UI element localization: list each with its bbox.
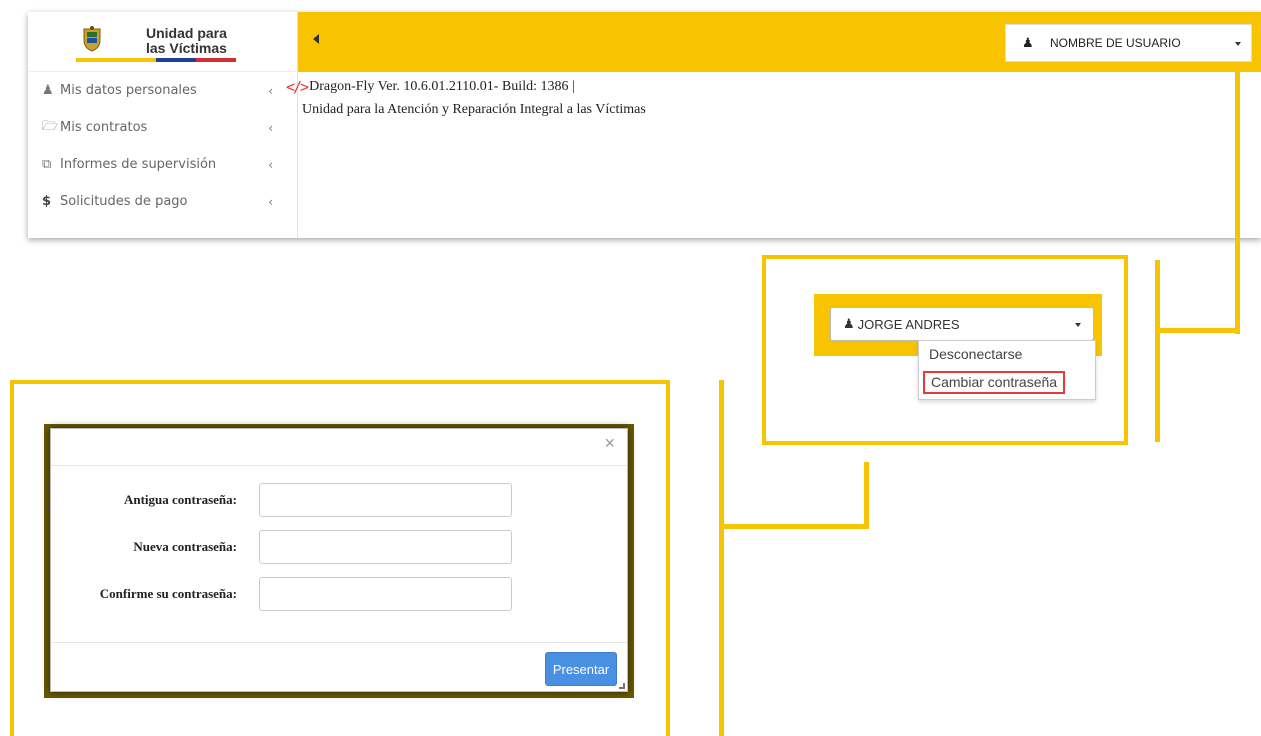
brand-line2: las Víctimas — [146, 40, 227, 56]
confirm-password-label: Confirme su contraseña: — [99, 586, 237, 601]
user-menu-zoom: ♟ JORGE ANDRES Desconectarse Cambiar con… — [798, 292, 1102, 414]
logout-option[interactable]: Desconectarse — [929, 346, 1022, 362]
chevron-left-icon: ‹ — [268, 83, 273, 98]
user-select[interactable]: ♟ JORGE ANDRES — [830, 307, 1094, 341]
sidebar-item-contratos[interactable]: 🗁 Mis contratos ‹ — [28, 109, 297, 146]
sidebar-item-datos-personales[interactable]: ♟ Mis datos personales ‹ — [28, 72, 297, 109]
sidebar-item-label: Informes de supervisión — [60, 157, 217, 172]
brand-name: Unidad para las Víctimas — [146, 26, 227, 56]
user-dropdown[interactable]: ♟ NOMBRE DE USUARIO — [1005, 24, 1252, 62]
folder-icon: 🗁 — [42, 118, 59, 134]
coat-of-arms-icon — [83, 26, 101, 52]
user-icon: ♟ — [843, 316, 855, 331]
organization-text: Unidad para la Atención y Reparación Int… — [302, 102, 646, 117]
new-password-label: Nueva contraseña: — [133, 539, 237, 554]
code-icon: </> — [286, 78, 309, 96]
dollar-icon: $ — [42, 194, 52, 209]
user-name: JORGE ANDRES — [857, 316, 960, 332]
connector-line — [1235, 72, 1240, 334]
change-password-modal: × Antigua contraseña: Nueva contraseña: … — [50, 428, 628, 692]
app-panel: Unidad para las Víctimas ♟ Mis datos per… — [28, 12, 1261, 238]
modal-footer-divider — [51, 642, 627, 643]
copy-icon: ⧉ — [42, 157, 52, 172]
connector-line — [1156, 328, 1240, 333]
confirm-password-row: Confirme su contraseña: — [51, 577, 627, 611]
old-password-row: Antigua contraseña: — [51, 483, 627, 517]
user-dropdown-menu: Desconectarse Cambiar contraseña — [918, 340, 1096, 400]
brand-logo[interactable]: Unidad para las Víctimas — [28, 12, 297, 72]
flag-red — [196, 58, 236, 62]
user-icon: ♟ — [42, 83, 54, 98]
chevron-left-icon: ‹ — [268, 194, 273, 209]
new-password-row: Nueva contraseña: — [51, 530, 627, 564]
sidebar: Unidad para las Víctimas ♟ Mis datos per… — [28, 12, 298, 238]
submit-button[interactable]: Presentar — [545, 652, 617, 686]
chevron-left-icon: ‹ — [268, 157, 273, 172]
caret-down-icon — [1235, 42, 1241, 46]
brand-line1: Unidad para — [146, 25, 227, 41]
flag-blue — [156, 58, 196, 62]
main-content: </> Dragon-Fly Ver. 10.6.01.2110.01- Bui… — [286, 78, 646, 118]
flag-bar — [76, 58, 236, 62]
chevron-left-icon: ‹ — [268, 120, 273, 135]
change-password-option[interactable]: Cambiar contraseña — [923, 371, 1066, 394]
user-name: NOMBRE DE USUARIO — [1050, 36, 1181, 50]
modal-header-divider — [51, 465, 627, 466]
sidebar-toggle-icon[interactable] — [313, 34, 319, 44]
close-icon[interactable]: × — [604, 433, 615, 454]
old-password-field[interactable] — [259, 483, 512, 517]
confirm-password-field[interactable] — [259, 577, 512, 611]
sidebar-item-label: Mis contratos — [60, 120, 148, 135]
version-text: Dragon-Fly Ver. 10.6.01.2110.01- Build: … — [309, 79, 575, 94]
sidebar-item-label: Solicitudes de pago — [60, 194, 188, 209]
sidebar-menu: ♟ Mis datos personales ‹ 🗁 Mis contratos… — [28, 72, 297, 220]
resize-grip-icon[interactable] — [619, 683, 625, 689]
connector-line — [864, 462, 869, 528]
new-password-field[interactable] — [259, 530, 512, 564]
sidebar-item-informes[interactable]: ⧉ Informes de supervisión ‹ — [28, 146, 297, 183]
flag-yellow — [76, 58, 156, 62]
connector-line — [720, 524, 869, 529]
connector-line — [1155, 260, 1160, 442]
old-password-label: Antigua contraseña: — [123, 492, 237, 507]
sidebar-item-label: Mis datos personales — [60, 83, 197, 98]
user-icon: ♟ — [1022, 35, 1034, 50]
caret-down-icon — [1075, 323, 1081, 327]
top-bar: ♟ NOMBRE DE USUARIO — [298, 12, 1261, 72]
connector-line — [719, 380, 724, 736]
sidebar-item-solicitudes-pago[interactable]: $ Solicitudes de pago ‹ — [28, 183, 297, 220]
